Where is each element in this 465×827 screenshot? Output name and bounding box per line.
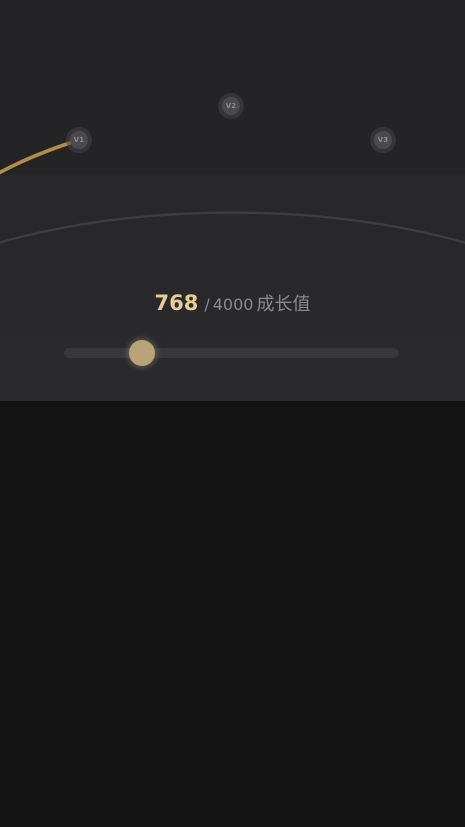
level-label-v3: V3 bbox=[374, 131, 392, 149]
level-node-v1: V1 bbox=[66, 127, 92, 153]
level-track-arc bbox=[0, 211, 465, 245]
growth-separator: / bbox=[204, 295, 210, 314]
level-node-v3: V3 bbox=[370, 127, 396, 153]
level-progress-arc bbox=[0, 138, 81, 175]
growth-total-value: 4000 bbox=[212, 295, 254, 314]
growth-unit-label: 成长值 bbox=[256, 294, 311, 315]
level-label-v1: V1 bbox=[70, 131, 88, 149]
level-arc bbox=[0, 138, 465, 245]
level-label-v2: V2 bbox=[222, 97, 240, 115]
growth-progress-thumb[interactable] bbox=[128, 340, 155, 366]
growth-value-readout: 768 /4000 成长值 bbox=[0, 290, 465, 316]
level-node-v2: V2 bbox=[218, 93, 244, 119]
growth-progress-track[interactable] bbox=[64, 348, 399, 358]
growth-current-value: 768 bbox=[154, 291, 199, 315]
member-growth-screen: V1 V2 V3 768 /4000 成长值 bbox=[0, 0, 465, 827]
level-progress-panel: V1 V2 V3 768 /4000 成长值 bbox=[0, 0, 465, 401]
